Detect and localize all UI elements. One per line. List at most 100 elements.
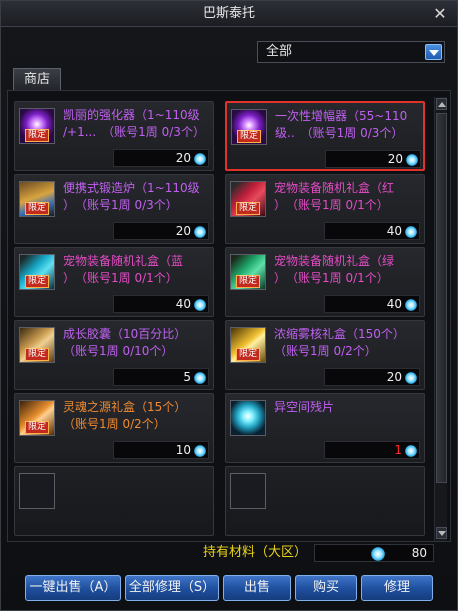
- sell-button[interactable]: 出售: [223, 575, 291, 601]
- gem-icon: [194, 372, 206, 384]
- scroll-up-icon[interactable]: [436, 98, 447, 110]
- tab-shop[interactable]: 商店: [13, 68, 61, 90]
- limited-badge: 限定: [237, 130, 262, 143]
- item-name: 便携式锻造炉（1~110级: [63, 181, 200, 195]
- item-name: 一次性增幅器（55~110: [275, 109, 408, 123]
- item-purchase-limit: （账号1周 0/10个）: [63, 344, 174, 358]
- item-name: 灵魂之源礼盒（15个）: [63, 400, 187, 414]
- currency-display: 80: [314, 544, 434, 562]
- gem-icon: [405, 445, 417, 457]
- item-price-value: 1: [394, 443, 402, 457]
- repair-all-button[interactable]: 全部修理（S）: [125, 575, 219, 601]
- item-price: 40: [113, 295, 209, 313]
- blue-gift-box-icon: 限定: [19, 254, 55, 290]
- item-purchase-limit: ） （账号1周 0/1个）: [63, 271, 178, 285]
- shop-item-card[interactable]: 限定 宠物装备随机礼盒（红 ） （账号1周 0/1个） 40: [225, 174, 425, 244]
- item-purchase-limit: ） （账号1周 0/3个）: [63, 198, 178, 212]
- item-price-value: 20: [175, 224, 191, 238]
- gem-icon: [371, 547, 385, 561]
- item-name: 宠物装备随机礼盒（红: [274, 181, 395, 195]
- shop-item-card[interactable]: 限定 一次性增幅器（55~110 级.. （账号1周 0/3个） 20: [225, 101, 425, 171]
- item-price-value: 40: [386, 224, 402, 238]
- item-price: 20: [113, 222, 209, 240]
- item-name: 异空间残片: [274, 400, 335, 414]
- item-purchase-limit: 级.. （账号1周 0/3个）: [275, 126, 404, 140]
- item-name: 成长胶囊（10百分比）: [63, 327, 187, 341]
- chevron-down-icon[interactable]: [425, 44, 442, 60]
- window-titlebar[interactable]: 巴斯泰托 ✕: [1, 1, 457, 27]
- limited-badge: 限定: [25, 275, 50, 288]
- item-purchase-limit: （账号1周 0/2个）: [274, 344, 377, 358]
- empty-slot-thumbnail: [230, 473, 266, 509]
- tab-shop-label: 商店: [23, 72, 50, 87]
- close-icon[interactable]: ✕: [431, 5, 449, 23]
- item-price: 40: [324, 295, 420, 313]
- item-price-value: 20: [386, 370, 402, 384]
- shop-item-card[interactable]: 限定 浓缩雾核礼盒（150个） （账号1周 0/2个） 20: [225, 320, 425, 390]
- item-thumbnail-art: [231, 401, 265, 435]
- empty-item-slot: [225, 466, 425, 536]
- filter-selected-label: 全部: [266, 44, 293, 59]
- item-price: 40: [324, 222, 420, 240]
- item-price-value: 40: [175, 297, 191, 311]
- item-purchase-limit: ） （账号1周 0/1个）: [274, 198, 389, 212]
- repair-button[interactable]: 修理: [361, 575, 433, 601]
- category-filter-dropdown[interactable]: 全部: [257, 41, 445, 63]
- currency-value: 80: [411, 546, 427, 560]
- limited-badge: 限定: [25, 348, 50, 361]
- gold-box-icon: 限定: [230, 327, 266, 363]
- item-price-value: 20: [175, 151, 191, 165]
- item-list-scrollbar[interactable]: [434, 97, 447, 541]
- limited-badge: 限定: [25, 202, 50, 215]
- shop-item-card[interactable]: 异空间残片 1: [225, 393, 425, 463]
- shop-item-card[interactable]: 限定 宠物装备随机礼盒（绿 ） （账号1周 0/1个） 40: [225, 247, 425, 317]
- limited-badge: 限定: [25, 421, 50, 434]
- limited-badge: 限定: [236, 275, 261, 288]
- gem-icon: [194, 299, 206, 311]
- shop-window: 巴斯泰托 ✕ 全部 商店 限定 凯丽的强化器（1~110级/+1... （账号1周…: [0, 0, 458, 611]
- item-price-value: 40: [386, 297, 402, 311]
- green-gift-box-icon: 限定: [230, 254, 266, 290]
- forge-icon: 限定: [19, 181, 55, 217]
- item-price-value: 20: [387, 152, 403, 166]
- purple-orb-icon: 限定: [19, 108, 55, 144]
- limited-badge: 限定: [236, 348, 261, 361]
- item-name: 宠物装备随机礼盒（绿: [274, 254, 395, 268]
- gem-icon: [405, 299, 417, 311]
- shop-item-card[interactable]: 限定 成长胶囊（10百分比） （账号1周 0/10个） 5: [14, 320, 214, 390]
- shop-item-card[interactable]: 限定 宠物装备随机礼盒（蓝 ） （账号1周 0/1个） 40: [14, 247, 214, 317]
- empty-slot-thumbnail: [19, 473, 55, 509]
- item-price-value: 5: [183, 370, 191, 384]
- shop-item-card[interactable]: 限定 便携式锻造炉（1~110级 ） （账号1周 0/3个） 20: [14, 174, 214, 244]
- item-price: 20: [113, 149, 209, 167]
- item-price: 20: [325, 150, 421, 168]
- item-purchase-limit: /+1... （账号1周 0/3个）: [63, 125, 205, 139]
- item-name: 凯丽的强化器（1~110级: [63, 108, 200, 122]
- gem-icon: [406, 154, 418, 166]
- gem-icon: [405, 226, 417, 238]
- gem-icon: [194, 153, 206, 165]
- item-purchase-limit: ） （账号1周 0/1个）: [274, 271, 389, 285]
- item-price: 1: [324, 441, 420, 459]
- gem-icon: [194, 226, 206, 238]
- soul-box-icon: 限定: [19, 400, 55, 436]
- item-price-value: 10: [175, 443, 191, 457]
- limited-badge: 限定: [236, 202, 261, 215]
- red-gift-box-icon: 限定: [230, 181, 266, 217]
- item-price: 5: [113, 368, 209, 386]
- sell-all-button[interactable]: 一键出售（A）: [25, 575, 121, 601]
- shop-item-card[interactable]: 限定 灵魂之源礼盒（15个） （账号1周 0/2个） 10: [14, 393, 214, 463]
- gem-icon: [194, 445, 206, 457]
- buy-button[interactable]: 购买: [295, 575, 357, 601]
- item-price: 20: [324, 368, 420, 386]
- item-name: 宠物装备随机礼盒（蓝: [63, 254, 184, 268]
- capsule-icon: 限定: [19, 327, 55, 363]
- crystal-shard-icon: [230, 400, 266, 436]
- empty-item-slot: [14, 466, 214, 536]
- window-title: 巴斯泰托: [202, 6, 255, 21]
- gem-icon: [405, 372, 417, 384]
- shop-item-card[interactable]: 限定 凯丽的强化器（1~110级 /+1... （账号1周 0/3个） 20: [14, 101, 214, 171]
- scrollbar-thumb[interactable]: [436, 113, 447, 483]
- scroll-down-icon[interactable]: [436, 527, 447, 539]
- item-purchase-limit: （账号1周 0/2个）: [63, 417, 166, 431]
